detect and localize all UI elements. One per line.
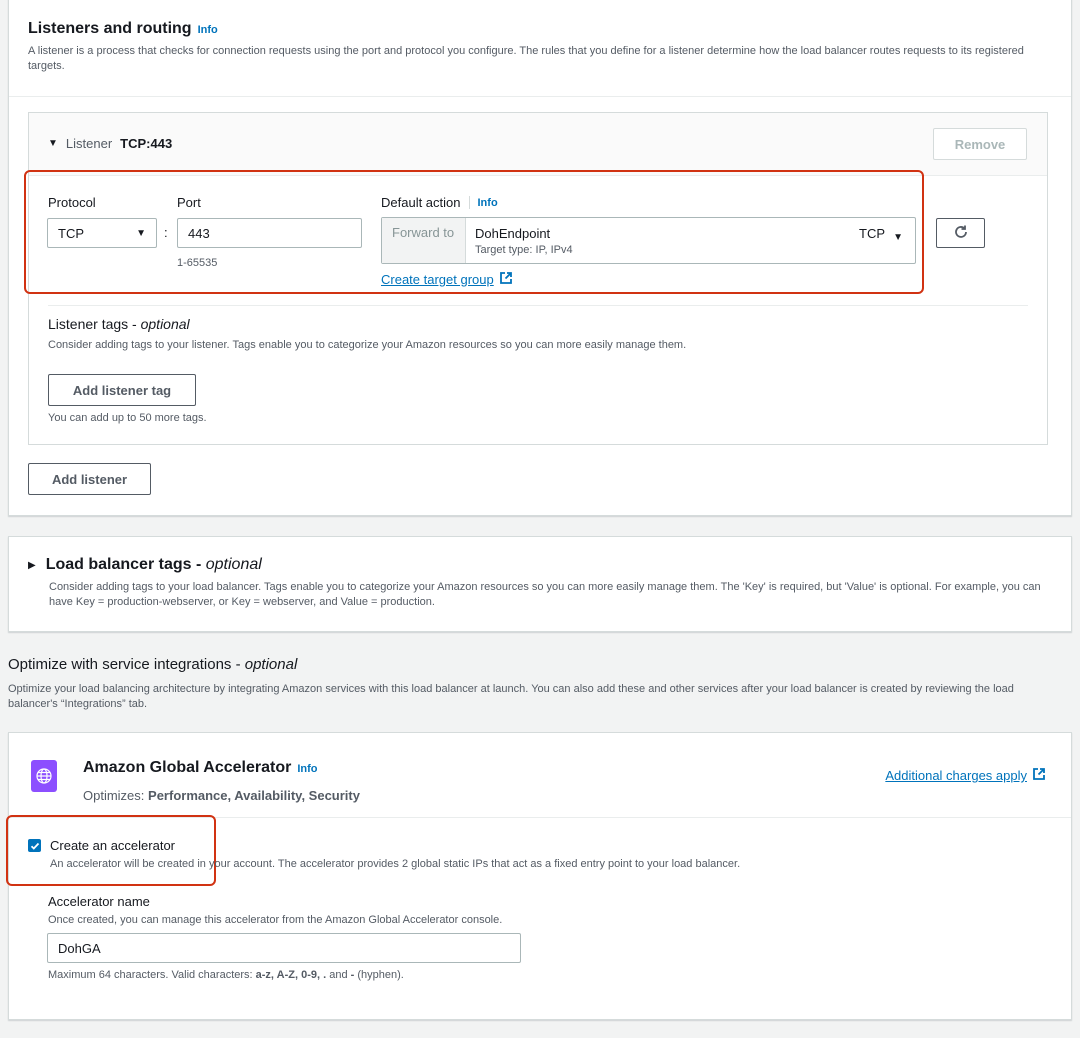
create-accelerator-label[interactable]: Create an accelerator [50, 838, 175, 853]
forward-to-label: Forward to [392, 225, 455, 240]
integrations-title: Optimize with service integrations - opt… [8, 656, 297, 673]
default-action-select[interactable]: Forward to DohEndpoint Target type: IP, … [381, 217, 916, 264]
accelerator-title-row: Amazon Global Accelerator Info [83, 759, 318, 777]
lb-tags-title-text: Load balancer tags - [45, 556, 206, 573]
protocol-select-value: TCP [58, 225, 84, 241]
listener-tags-description: Consider adding tags to your listener. T… [48, 339, 687, 351]
refresh-button[interactable] [936, 218, 985, 248]
create-accelerator-checkbox[interactable] [28, 839, 41, 852]
listener-label: Listener [65, 136, 113, 151]
listeners-title: Listeners and routing [28, 20, 192, 37]
accelerator-title: Amazon Global Accelerator [83, 759, 292, 776]
lb-tags-title-row[interactable]: ▶ Load balancer tags - optional [28, 556, 262, 574]
listener-card-header [29, 113, 1047, 175]
port-label: Port [177, 195, 201, 210]
target-protocol: TCP [859, 226, 885, 241]
integrations-description: Optimize your load balancing architectur… [8, 683, 1014, 710]
additional-charges-text: Additional charges apply [885, 768, 1027, 783]
hint-suffix: (hyphen). [354, 969, 404, 981]
listener-toggle[interactable]: ▼ Listener TCP:443 [48, 136, 172, 151]
label-separator [468, 196, 470, 209]
create-accelerator-description: An accelerator will be created in your a… [50, 858, 741, 870]
accelerator-name-input[interactable]: DohGA [47, 933, 521, 963]
accelerator-optimizes: Optimizes: Performance, Availability, Se… [83, 788, 360, 803]
checkmark-icon [30, 842, 39, 850]
caret-down-icon: ▼ [136, 227, 146, 239]
protocol-label: Protocol [48, 195, 96, 210]
accelerator-name-label: Accelerator name [48, 894, 150, 909]
listeners-title-row: Listeners and routing Info [28, 20, 218, 38]
hint-chars: a-z, A-Z, 0-9, . [255, 969, 327, 981]
default-action-label-row: Default action Info [381, 195, 498, 210]
remove-listener-button[interactable]: Remove [933, 128, 1027, 160]
protocol-select[interactable]: TCP ▼ [47, 218, 157, 248]
external-link-icon [499, 271, 513, 288]
target-group-name: DohEndpoint [475, 226, 551, 241]
hint-and: and [326, 969, 351, 981]
additional-charges-link[interactable]: Additional charges apply [885, 767, 1046, 784]
default-action-info-link[interactable]: Info [478, 197, 498, 209]
port-input[interactable]: 443 [177, 218, 362, 248]
accelerator-name-hint: Maximum 64 characters. Valid characters:… [48, 968, 404, 983]
create-target-group-text: Create target group [381, 272, 494, 287]
listener-tags-title-text: Listener tags - [48, 316, 141, 332]
add-listener-button[interactable]: Add listener [28, 463, 151, 495]
target-group-type: Target type: IP, IPv4 [475, 244, 573, 256]
caret-down-icon: ▼ [48, 138, 58, 149]
hint-prefix: Maximum 64 characters. Valid characters: [48, 969, 256, 981]
forward-to-addon: Forward to [382, 218, 466, 263]
port-hint: 1-65535 [177, 257, 218, 269]
external-link-icon [1032, 767, 1046, 784]
optimizes-value: Performance, Availability, Security [148, 788, 360, 803]
lb-tags-title: Load balancer tags - optional [46, 556, 262, 574]
create-target-group-link[interactable]: Create target group [381, 271, 513, 288]
protocol-port-separator: : [164, 225, 168, 240]
integrations-title-text: Optimize with service integrations - [8, 656, 245, 673]
add-listener-tag-button[interactable]: Add listener tag [48, 374, 196, 406]
port-input-value: 443 [188, 225, 210, 241]
listener-tags-title: Listener tags - optional [48, 316, 190, 332]
refresh-icon [953, 224, 969, 243]
accelerator-name-description: Once created, you can manage this accele… [48, 914, 503, 926]
integrations-optional: optional [244, 656, 298, 673]
lb-tags-description: Consider adding tags to your load balanc… [49, 581, 1041, 608]
listener-tags-divider [48, 305, 1028, 306]
accelerator-name-value: DohGA [58, 940, 101, 956]
listener-name: TCP:443 [120, 136, 173, 151]
lb-tags-optional: optional [205, 556, 262, 573]
optimizes-label: Optimizes: [83, 788, 145, 803]
listeners-info-link[interactable]: Info [198, 24, 218, 36]
listener-tags-optional: optional [140, 316, 190, 332]
caret-right-icon: ▶ [28, 559, 36, 571]
default-action-label: Default action [381, 195, 461, 210]
target-group-option: DohEndpoint Target type: IP, IPv4 TCP ▼ [466, 218, 915, 263]
listeners-description: A listener is a process that checks for … [28, 45, 1024, 72]
listener-tags-hint: You can add up to 50 more tags. [48, 412, 207, 424]
caret-down-icon: ▼ [893, 232, 903, 243]
globe-icon [31, 760, 57, 792]
accelerator-info-link[interactable]: Info [297, 763, 317, 775]
listeners-header-divider [9, 96, 1071, 97]
